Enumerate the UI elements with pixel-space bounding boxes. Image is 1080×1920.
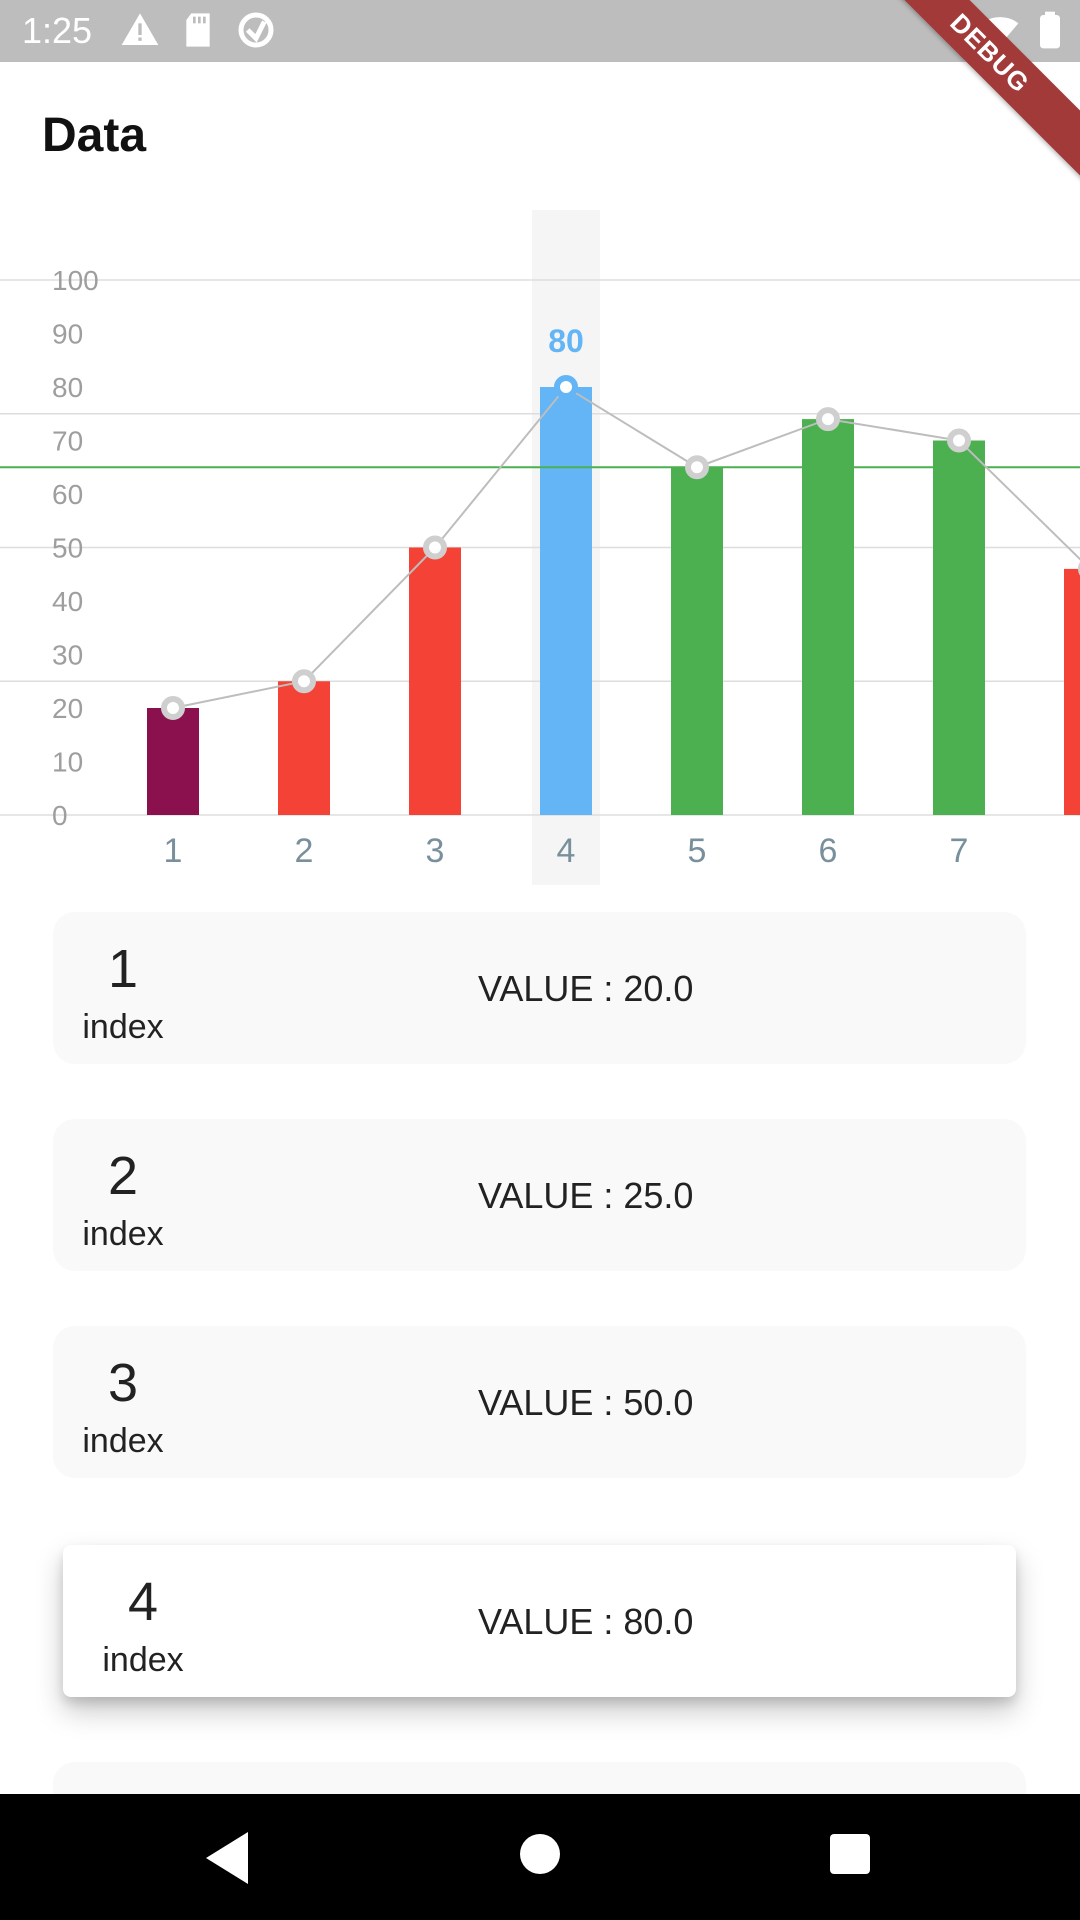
data-point: [947, 428, 971, 453]
data-point: [685, 455, 709, 480]
y-tick-label: 10: [52, 747, 83, 778]
card-value: VALUE : 50.0: [478, 1382, 694, 1423]
y-tick-label: 90: [52, 319, 83, 350]
bar-line-chart[interactable]: 01020304050607080901008012345678: [0, 200, 1080, 890]
y-tick-label: 100: [52, 265, 99, 296]
data-point: [816, 407, 840, 432]
bar: [802, 419, 854, 815]
bar: [933, 440, 985, 815]
y-tick-label: 50: [52, 533, 83, 564]
card-index: 4: [127, 1572, 159, 1632]
sync-icon: [238, 12, 274, 48]
bar: [278, 681, 330, 815]
y-tick-label: 30: [52, 640, 83, 671]
y-tick-label: 70: [52, 426, 83, 457]
data-point: [292, 669, 316, 694]
data-point: [161, 696, 185, 720]
navigation-bar: [0, 1794, 1080, 1920]
card-index-label: index: [82, 1215, 164, 1253]
battery-icon: [1040, 11, 1060, 49]
data-card-1[interactable]: 1 index VALUE : 20.0: [53, 912, 1026, 1064]
bar: [147, 708, 199, 815]
x-tick-label: 6: [819, 832, 838, 870]
data-card-4-selected[interactable]: 4 index VALUE : 80.0: [63, 1545, 1016, 1697]
status-bar: 1:25 DEBUG: [0, 0, 1080, 183]
bar: [409, 547, 461, 815]
back-icon[interactable]: [200, 1828, 252, 1888]
card-value: VALUE : 80.0: [478, 1601, 694, 1642]
card-index: 3: [107, 1353, 139, 1413]
bar: [671, 467, 723, 815]
x-tick-label: 7: [950, 832, 969, 870]
x-tick-label: 2: [295, 832, 314, 870]
data-point: [423, 535, 447, 560]
y-tick-label: 60: [52, 479, 83, 510]
y-tick-label: 80: [52, 372, 83, 403]
card-index: 2: [107, 1146, 139, 1206]
x-tick-label: 4: [557, 832, 576, 870]
status-time: 1:25: [22, 10, 93, 51]
card-index-label: index: [102, 1641, 184, 1679]
warning-icon: [121, 13, 159, 46]
page-title: Data: [42, 109, 147, 162]
sd-card-icon: [186, 13, 210, 47]
data-card-3[interactable]: 3 index VALUE : 50.0: [53, 1326, 1026, 1478]
recents-icon[interactable]: [826, 1830, 874, 1878]
card-index-label: index: [82, 1422, 164, 1460]
card-value: VALUE : 25.0: [478, 1175, 694, 1216]
data-point: [554, 375, 578, 399]
y-tick-label: 0: [52, 800, 68, 831]
x-tick-label: 5: [688, 832, 707, 870]
bar: [540, 387, 592, 815]
data-card-2[interactable]: 2 index VALUE : 25.0: [53, 1119, 1026, 1271]
card-value: VALUE : 20.0: [478, 968, 694, 1009]
y-tick-label: 40: [52, 586, 83, 617]
home-icon[interactable]: [516, 1830, 564, 1878]
x-tick-label: 3: [426, 832, 445, 870]
y-tick-label: 20: [52, 693, 83, 724]
card-index-label: index: [82, 1008, 164, 1046]
card-index: 1: [107, 939, 139, 999]
bar: [1064, 568, 1080, 815]
selected-value-label: 80: [548, 323, 584, 359]
x-tick-label: 1: [164, 832, 183, 870]
